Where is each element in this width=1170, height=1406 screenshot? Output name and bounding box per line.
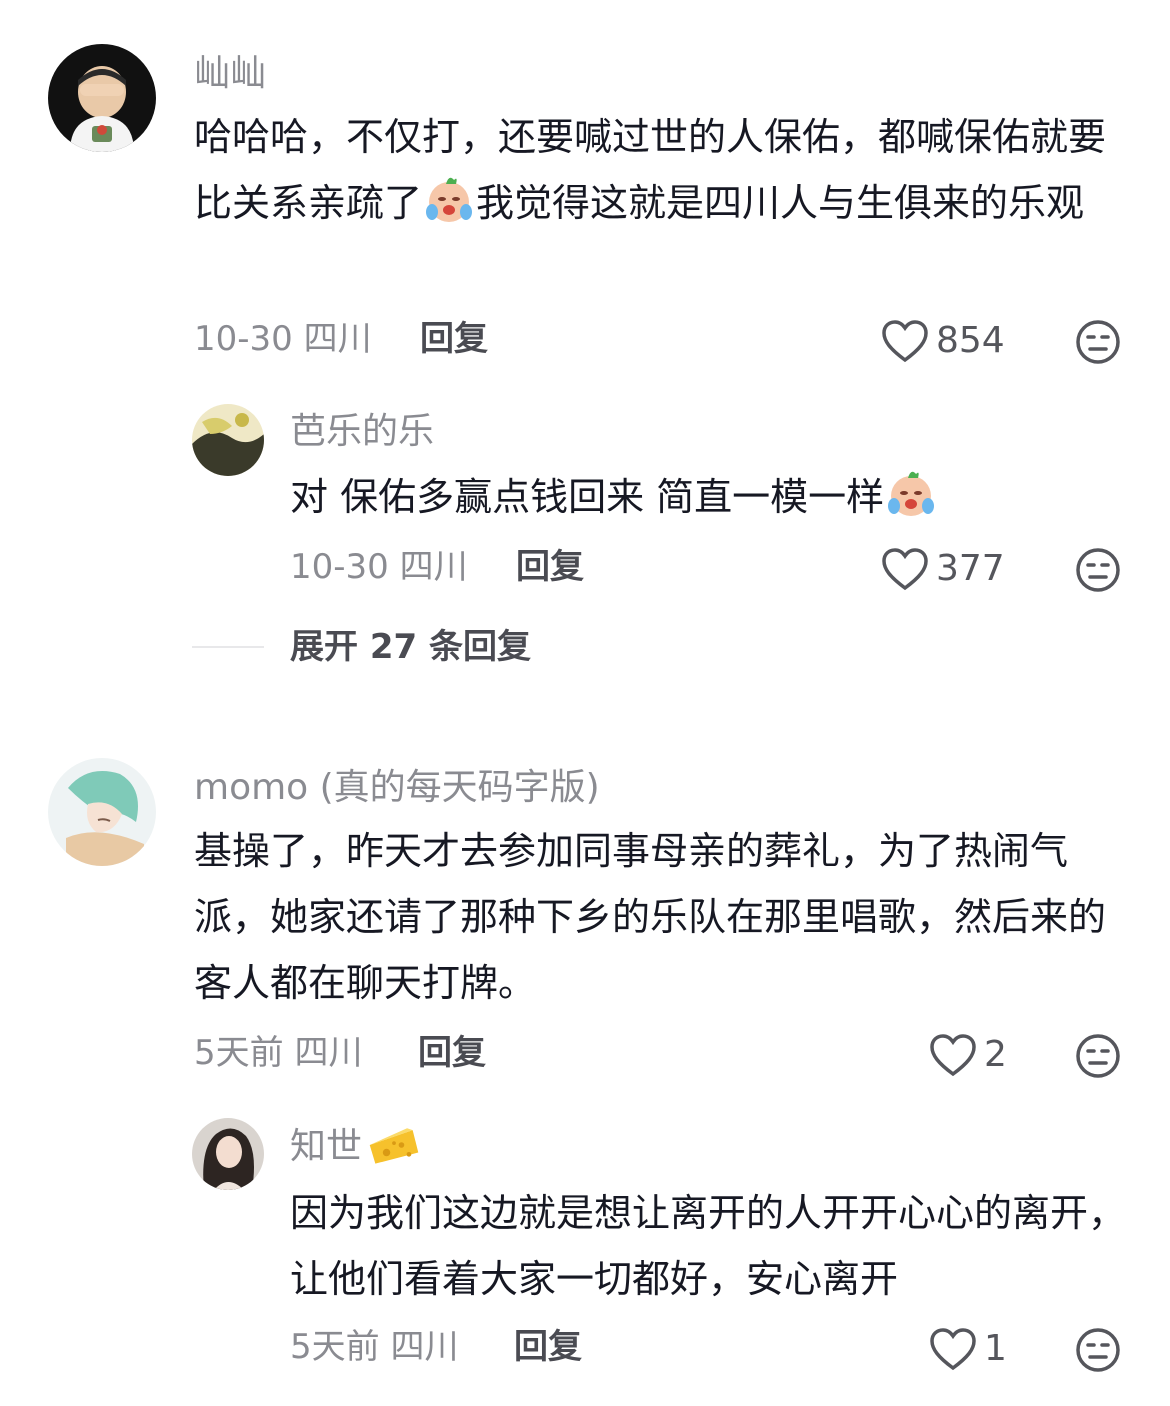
crying-face-emoji — [888, 471, 935, 516]
crying-face-emoji — [426, 177, 473, 222]
avatar[interactable] — [192, 1118, 264, 1190]
like-button[interactable]: 1 — [928, 1326, 1007, 1372]
comment-username[interactable]: 屾屾 — [194, 52, 266, 96]
reply-button[interactable]: 回复 — [514, 1326, 582, 1368]
heart-outline-icon — [882, 548, 928, 591]
expand-replies-button[interactable]: 展开 27 条回复 — [290, 626, 531, 668]
comment-text: 基操了，昨天才去参加同事母亲的葬礼，为了热闹气派，她家还请了那种下乡的乐队在那里… — [194, 829, 1107, 1005]
reply-button[interactable]: 回复 — [418, 1032, 486, 1074]
reply-meta: 5天前 四川 — [290, 1327, 459, 1367]
like-count: 1 — [984, 1328, 1007, 1369]
like-count: 2 — [984, 1034, 1007, 1075]
comment-meta: 5天前 四川 — [194, 1033, 363, 1073]
reply-username[interactable]: 知世 — [290, 1124, 422, 1169]
reply-button[interactable]: 回复 — [420, 318, 488, 360]
comment-meta: 10-30 四川 — [194, 319, 372, 359]
like-button[interactable]: 854 — [880, 318, 1005, 364]
cheese-emoji — [369, 1128, 419, 1164]
avatar[interactable] — [48, 758, 156, 866]
heart-outline-icon — [882, 320, 928, 363]
comment-username[interactable]: momo (真的每天码字版) — [194, 766, 600, 810]
reply-text: 因为我们这边就是想让离开的人开开心心的离开，让他们看着大家一切都好，安心离开 — [290, 1191, 1127, 1301]
like-button[interactable]: 377 — [880, 546, 1005, 592]
reply-meta: 10-30 四川 — [290, 547, 468, 587]
meh-face-icon[interactable] — [1074, 546, 1122, 594]
heart-outline-icon — [930, 1328, 976, 1371]
reply-text: 对 保佑多赢点钱回来 简直一模一样 — [290, 464, 1120, 530]
heart-outline-icon — [930, 1034, 976, 1077]
expand-divider — [192, 646, 264, 648]
comment-text: 哈哈哈，不仅打，还要喊过世的人保佑，都喊保佑就要比关系亲疏了 我觉得这就是四川人与… — [194, 115, 1107, 225]
meh-face-icon[interactable] — [1074, 1326, 1122, 1374]
like-button[interactable]: 2 — [928, 1032, 1007, 1078]
avatar[interactable] — [48, 44, 156, 152]
like-count: 854 — [936, 320, 1005, 361]
meh-face-icon[interactable] — [1074, 1032, 1122, 1080]
avatar[interactable] — [192, 404, 264, 476]
reply-username[interactable]: 芭乐的乐 — [290, 410, 434, 454]
meh-face-icon[interactable] — [1074, 318, 1122, 366]
like-count: 377 — [936, 548, 1005, 589]
reply-button[interactable]: 回复 — [516, 546, 584, 588]
